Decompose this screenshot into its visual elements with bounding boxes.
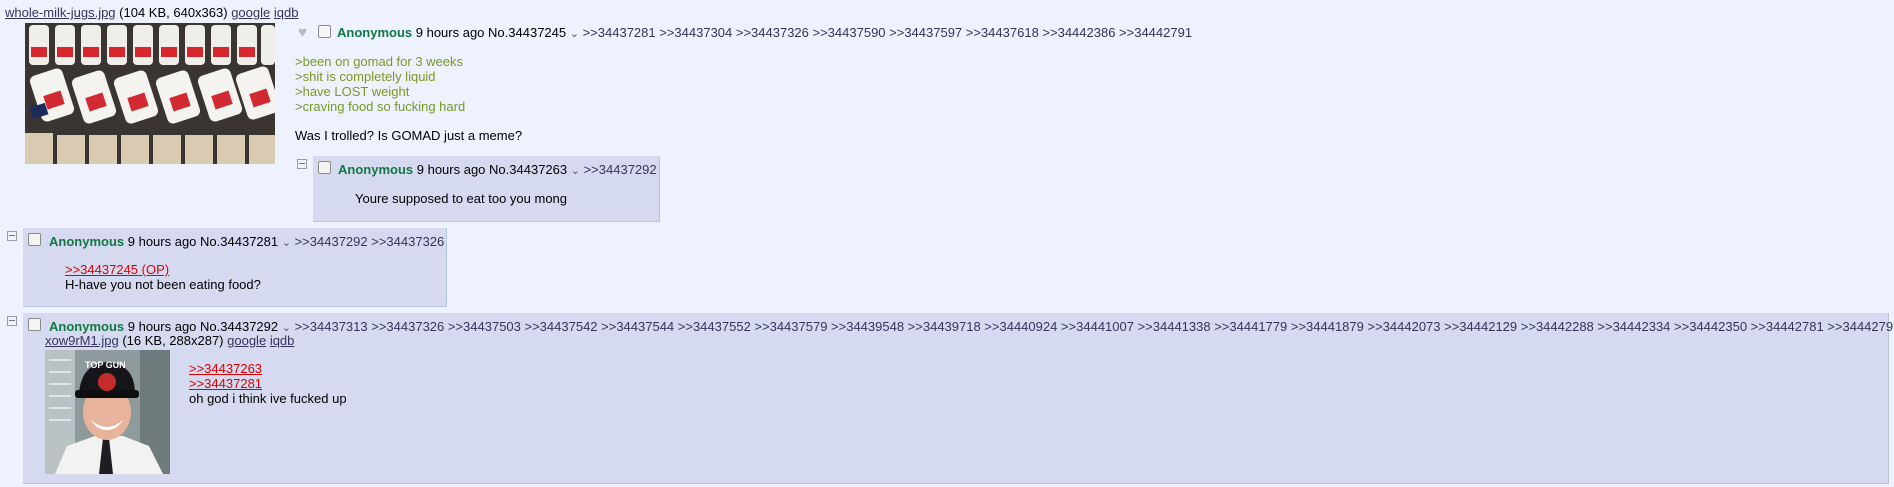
reply-post-34437292: Anonymous 9 hours ago No.34437292 ⌄ >>34…: [23, 313, 1894, 484]
inline-reply-body: Youre supposed to eat too you mong: [355, 191, 568, 206]
collapse-icon[interactable]: [297, 159, 307, 169]
reply-select-checkbox[interactable]: [28, 318, 41, 331]
op-google-search-link[interactable]: google: [231, 5, 270, 20]
op-thumbnail[interactable]: [25, 23, 275, 164]
op-file-info: whole-milk-jugs.jpg (104 KB, 640x363) go…: [5, 5, 298, 20]
reply-file-info: xow9rM1.jpg (16 KB, 288x287) google iqdb: [45, 333, 294, 348]
reply-file-link[interactable]: xow9rM1.jpg: [45, 333, 119, 348]
inline-reply-post: Anonymous 9 hours ago No.34437263 ⌄ >>34…: [313, 156, 660, 222]
inline-reply-backlinks[interactable]: >>34437292: [584, 162, 657, 177]
greentext-line: >craving food so fucking hard: [295, 99, 466, 114]
op-poster-name: Anonymous: [337, 25, 413, 40]
cap-text: TOP GUN: [85, 360, 126, 370]
greentext-line: >shit is completely liquid: [295, 69, 436, 84]
op-file-link[interactable]: whole-milk-jugs.jpg: [5, 5, 116, 20]
reply-header: Anonymous 9 hours ago No.34437281 ⌄ >>34…: [49, 234, 444, 249]
chevron-down-icon[interactable]: ⌄: [282, 237, 291, 249]
milk-jugs-image: [25, 23, 275, 164]
quote-link[interactable]: >>34437281: [189, 376, 262, 391]
reply-google-search-link[interactable]: google: [227, 333, 266, 348]
reply-thumbnail[interactable]: TOP GUN: [45, 350, 170, 474]
reply-body-text: H-have you not been eating food?: [65, 277, 261, 292]
inline-reply-poster-name: Anonymous: [338, 162, 414, 177]
op-post-info: Anonymous 9 hours ago No.34437245 ⌄ >>34…: [337, 25, 1192, 40]
greentext-line: >been on gomad for 3 weeks: [295, 54, 464, 69]
op-backlinks[interactable]: >>34437281 >>34437304 >>34437326 >>34437…: [583, 25, 1192, 40]
op-quote-link[interactable]: >>34437245 (OP): [65, 262, 169, 277]
reply-post-number[interactable]: No.34437292: [200, 319, 278, 334]
op-post-header: ♥: [298, 24, 307, 41]
reply-backlinks[interactable]: >>34437313 >>34437326 >>34437503 >>34437…: [295, 319, 1894, 334]
reply-body-text: oh god i think ive fucked up: [189, 391, 347, 406]
greentext-line: >have LOST weight: [295, 84, 410, 99]
op-greentext: >been on gomad for 3 weeks >shit is comp…: [295, 54, 465, 114]
reply-file-meta: (16 KB, 288x287): [122, 333, 224, 348]
reply-post-time: 9 hours ago: [127, 319, 197, 334]
reply-post-34437281: Anonymous 9 hours ago No.34437281 ⌄ >>34…: [23, 228, 447, 307]
reply-backlinks[interactable]: >>34437292 >>34437326: [295, 234, 445, 249]
thread-page: whole-milk-jugs.jpg (104 KB, 640x363) go…: [0, 0, 1894, 487]
reply-poster-name: Anonymous: [49, 234, 125, 249]
reply-poster-name: Anonymous: [49, 319, 125, 334]
op-file-meta: (104 KB, 640x363): [119, 5, 228, 20]
op-select-checkbox[interactable]: [318, 25, 331, 38]
inline-reply-header: Anonymous 9 hours ago No.34437263 ⌄ >>34…: [338, 162, 657, 177]
collapse-icon[interactable]: [7, 316, 17, 326]
op-iqdb-search-link[interactable]: iqdb: [274, 5, 299, 20]
reply-iqdb-search-link[interactable]: iqdb: [270, 333, 295, 348]
inline-reply-checkbox[interactable]: [318, 161, 331, 174]
heart-icon[interactable]: ♥: [298, 24, 307, 41]
op-post-number[interactable]: No.34437245: [488, 25, 566, 40]
inline-reply-time: 9 hours ago: [416, 162, 486, 177]
op-body-text: Was I trolled? Is GOMAD just a meme?: [295, 128, 523, 143]
op-post-time: 9 hours ago: [415, 25, 485, 40]
quote-link[interactable]: >>34437263: [189, 361, 262, 376]
reply-select-checkbox[interactable]: [28, 233, 41, 246]
chevron-down-icon[interactable]: ⌄: [571, 165, 580, 177]
reply-header: Anonymous 9 hours ago No.34437292 ⌄ >>34…: [49, 319, 1894, 334]
inline-reply-post-number[interactable]: No.34437263: [489, 162, 567, 177]
reply-post-time: 9 hours ago: [127, 234, 197, 249]
chevron-down-icon[interactable]: ⌄: [570, 28, 579, 40]
reply-post-number[interactable]: No.34437281: [200, 234, 278, 249]
collapse-icon[interactable]: [7, 231, 17, 241]
